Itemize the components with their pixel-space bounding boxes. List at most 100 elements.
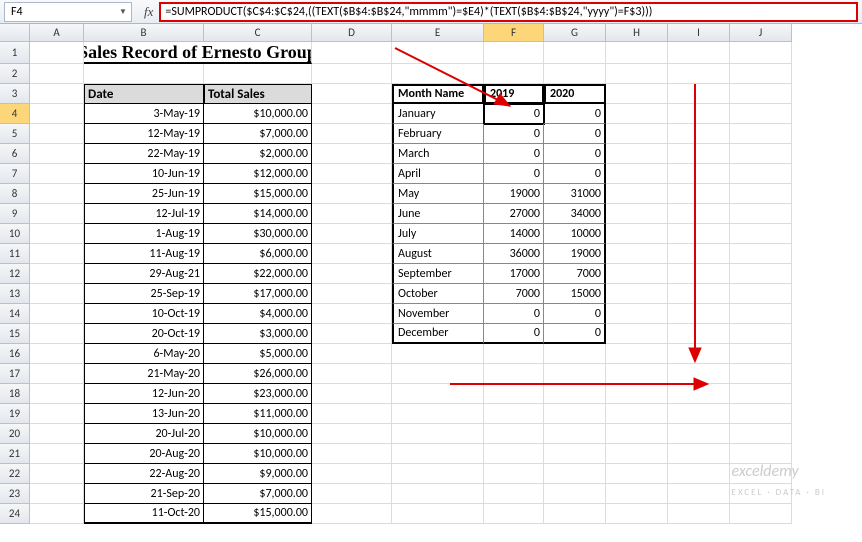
sales-total-7[interactable]: $6,000.00 bbox=[204, 244, 312, 264]
row-header-19[interactable]: 19 bbox=[0, 404, 30, 424]
month-label-8[interactable]: September bbox=[392, 264, 484, 284]
month-2020-3[interactable]: 0 bbox=[544, 164, 606, 184]
month-2019-11[interactable]: 0 bbox=[484, 324, 544, 344]
sales-date-15[interactable]: 13-Jun-20 bbox=[84, 404, 204, 424]
row-header-1[interactable]: 1 bbox=[0, 42, 30, 64]
month-2020-7[interactable]: 19000 bbox=[544, 244, 606, 264]
sales-total-6[interactable]: $30,000.00 bbox=[204, 224, 312, 244]
month-label-7[interactable]: August bbox=[392, 244, 484, 264]
sales-total-10[interactable]: $4,000.00 bbox=[204, 304, 312, 324]
month-2019-7[interactable]: 36000 bbox=[484, 244, 544, 264]
sales-total-8[interactable]: $22,000.00 bbox=[204, 264, 312, 284]
sales-date-12[interactable]: 6-May-20 bbox=[84, 344, 204, 364]
sales-date-20[interactable]: 11-Oct-20 bbox=[84, 504, 204, 524]
month-2020-2[interactable]: 0 bbox=[544, 144, 606, 164]
row-header-5[interactable]: 5 bbox=[0, 124, 30, 144]
col-header-C[interactable]: C bbox=[204, 24, 312, 42]
sales-date-19[interactable]: 21-Sep-20 bbox=[84, 484, 204, 504]
sales-date-5[interactable]: 12-Jul-19 bbox=[84, 204, 204, 224]
select-all-corner[interactable] bbox=[0, 24, 30, 42]
month-label-4[interactable]: May bbox=[392, 184, 484, 204]
sales-total-2[interactable]: $2,000.00 bbox=[204, 144, 312, 164]
sales-date-1[interactable]: 12-May-19 bbox=[84, 124, 204, 144]
sales-date-0[interactable]: 3-May-19 bbox=[84, 104, 204, 124]
sales-date-18[interactable]: 22-Aug-20 bbox=[84, 464, 204, 484]
title-cell[interactable]: Sales Record of Ernesto Group bbox=[84, 42, 312, 64]
row-header-16[interactable]: 16 bbox=[0, 344, 30, 364]
col-header-D[interactable]: D bbox=[312, 24, 392, 42]
sales-total-9[interactable]: $17,000.00 bbox=[204, 284, 312, 304]
col-header-A[interactable]: A bbox=[30, 24, 84, 42]
month-2019-9[interactable]: 7000 bbox=[484, 284, 544, 304]
sales-total-16[interactable]: $10,000.00 bbox=[204, 424, 312, 444]
sales-total-4[interactable]: $15,000.00 bbox=[204, 184, 312, 204]
col-header-J[interactable]: J bbox=[730, 24, 792, 42]
month-2020-9[interactable]: 15000 bbox=[544, 284, 606, 304]
fx-icon[interactable]: fx bbox=[144, 4, 153, 20]
month-2020-1[interactable]: 0 bbox=[544, 124, 606, 144]
month-label-6[interactable]: July bbox=[392, 224, 484, 244]
col-header-H[interactable]: H bbox=[606, 24, 668, 42]
month-label-3[interactable]: April bbox=[392, 164, 484, 184]
month-2020-11[interactable]: 0 bbox=[544, 324, 606, 344]
row-header-9[interactable]: 9 bbox=[0, 204, 30, 224]
sales-date-17[interactable]: 20-Aug-20 bbox=[84, 444, 204, 464]
month-2020-6[interactable]: 10000 bbox=[544, 224, 606, 244]
month-label-2[interactable]: March bbox=[392, 144, 484, 164]
col-header-I[interactable]: I bbox=[668, 24, 730, 42]
sales-total-1[interactable]: $7,000.00 bbox=[204, 124, 312, 144]
row-header-8[interactable]: 8 bbox=[0, 184, 30, 204]
sales-date-3[interactable]: 10-Jun-19 bbox=[84, 164, 204, 184]
row-header-21[interactable]: 21 bbox=[0, 444, 30, 464]
row-header-11[interactable]: 11 bbox=[0, 244, 30, 264]
month-2020-5[interactable]: 34000 bbox=[544, 204, 606, 224]
row-header-7[interactable]: 7 bbox=[0, 164, 30, 184]
sales-total-3[interactable]: $12,000.00 bbox=[204, 164, 312, 184]
sales-date-13[interactable]: 21-May-20 bbox=[84, 364, 204, 384]
col-header-G[interactable]: G bbox=[544, 24, 606, 42]
sales-total-17[interactable]: $10,000.00 bbox=[204, 444, 312, 464]
col-header-E[interactable]: E bbox=[392, 24, 484, 42]
row-header-3[interactable]: 3 bbox=[0, 84, 30, 104]
col-header-F[interactable]: F bbox=[484, 24, 544, 42]
sales-date-10[interactable]: 10-Oct-19 bbox=[84, 304, 204, 324]
row-header-23[interactable]: 23 bbox=[0, 484, 30, 504]
sales-total-15[interactable]: $11,000.00 bbox=[204, 404, 312, 424]
sales-total-13[interactable]: $26,000.00 bbox=[204, 364, 312, 384]
month-label-5[interactable]: June bbox=[392, 204, 484, 224]
sales-date-6[interactable]: 1-Aug-19 bbox=[84, 224, 204, 244]
sales-date-7[interactable]: 11-Aug-19 bbox=[84, 244, 204, 264]
sales-total-5[interactable]: $14,000.00 bbox=[204, 204, 312, 224]
month-2020-4[interactable]: 31000 bbox=[544, 184, 606, 204]
sales-date-14[interactable]: 12-Jun-20 bbox=[84, 384, 204, 404]
sales-date-11[interactable]: 20-Oct-19 bbox=[84, 324, 204, 344]
col-header-B[interactable]: B bbox=[84, 24, 204, 42]
formula-bar[interactable]: =SUMPRODUCT($C$4:$C$24,((TEXT($B$4:$B$24… bbox=[159, 2, 858, 22]
sales-header-date[interactable]: Date bbox=[84, 84, 204, 104]
month-2019-8[interactable]: 17000 bbox=[484, 264, 544, 284]
row-header-10[interactable]: 10 bbox=[0, 224, 30, 244]
month-label-10[interactable]: November bbox=[392, 304, 484, 324]
month-2019-5[interactable]: 27000 bbox=[484, 204, 544, 224]
month-2020-8[interactable]: 7000 bbox=[544, 264, 606, 284]
name-box-dropdown-icon[interactable]: ▼ bbox=[117, 6, 129, 18]
month-2019-6[interactable]: 14000 bbox=[484, 224, 544, 244]
sales-date-8[interactable]: 29-Aug-21 bbox=[84, 264, 204, 284]
row-header-18[interactable]: 18 bbox=[0, 384, 30, 404]
sales-total-18[interactable]: $9,000.00 bbox=[204, 464, 312, 484]
month-2019-10[interactable]: 0 bbox=[484, 304, 544, 324]
month-label-1[interactable]: February bbox=[392, 124, 484, 144]
month-label-9[interactable]: October bbox=[392, 284, 484, 304]
row-header-17[interactable]: 17 bbox=[0, 364, 30, 384]
row-header-15[interactable]: 15 bbox=[0, 324, 30, 344]
sales-date-9[interactable]: 25-Sep-19 bbox=[84, 284, 204, 304]
month-2019-1[interactable]: 0 bbox=[484, 124, 544, 144]
month-2019-2[interactable]: 0 bbox=[484, 144, 544, 164]
row-header-12[interactable]: 12 bbox=[0, 264, 30, 284]
row-header-24[interactable]: 24 bbox=[0, 504, 30, 524]
month-2019-4[interactable]: 19000 bbox=[484, 184, 544, 204]
sales-date-16[interactable]: 20-Jul-20 bbox=[84, 424, 204, 444]
month-label-11[interactable]: December bbox=[392, 324, 484, 344]
sales-total-19[interactable]: $7,000.00 bbox=[204, 484, 312, 504]
sales-total-20[interactable]: $15,000.00 bbox=[204, 504, 312, 524]
